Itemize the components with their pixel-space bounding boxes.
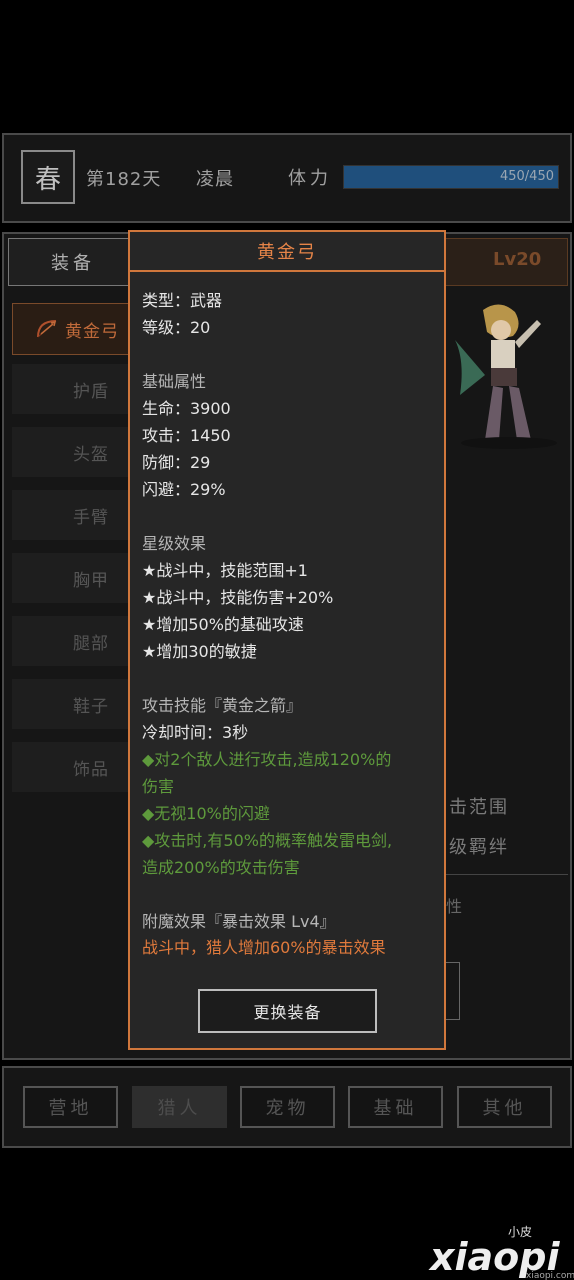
star-effect: ★战斗中，技能范围+1 — [142, 561, 308, 580]
item-type: 类型：武器 — [142, 291, 223, 310]
star-effect: ★增加50%的基础攻速 — [142, 615, 304, 634]
skill-header: 攻击技能『黄金之箭』 — [142, 696, 303, 715]
slot-helmet[interactable]: 头盔 — [12, 427, 130, 477]
hero-level: Lv20 — [493, 249, 542, 270]
stamina-value: 450/450 — [499, 169, 554, 184]
attribute-label: 性 — [446, 897, 463, 916]
hunter-character-image — [455, 304, 557, 449]
bow-icon — [37, 320, 57, 338]
skill-effect: 造成200%的攻击伤害 — [142, 858, 300, 877]
slot-chest[interactable]: 胸甲 — [12, 553, 130, 603]
enchant-header: 附魔效果『暴击效果 Lv4』 — [142, 912, 336, 931]
stat-hp: 生命：3900 — [142, 399, 231, 418]
skill-range-label: 击范围 — [449, 797, 509, 818]
slot-legs[interactable]: 腿部 — [12, 616, 130, 666]
skill-effect: ◆对2个敌人进行攻击,造成120%的 — [142, 750, 392, 769]
nav-basic[interactable]: 基础 — [348, 1086, 443, 1128]
bond-label: 级羁绊 — [449, 837, 509, 858]
star-effects-header: 星级效果 — [142, 534, 207, 553]
slot-shield[interactable]: 护盾 — [12, 364, 130, 414]
change-equipment-button[interactable]: 更换装备 — [198, 989, 377, 1033]
slot-shoes[interactable]: 鞋子 — [12, 679, 130, 729]
nav-other[interactable]: 其他 — [457, 1086, 552, 1128]
slot-arms[interactable]: 手臂 — [12, 490, 130, 540]
slot-label: 黄金弓 — [65, 321, 119, 342]
stamina-label: 体力 — [288, 168, 332, 189]
skill-cooldown: 冷却时间：3秒 — [142, 723, 249, 742]
stat-defense: 防御：29 — [142, 453, 211, 472]
base-stats-header: 基础属性 — [142, 372, 207, 391]
divider — [446, 874, 568, 875]
skill-effect: ◆攻击时,有50%的概率触发雷电剑, — [142, 831, 393, 850]
time-of-day: 凌晨 — [196, 169, 234, 190]
season-badge: 春 — [21, 150, 75, 204]
nav-pet[interactable]: 宠物 — [240, 1086, 335, 1128]
nav-camp[interactable]: 营地 — [23, 1086, 118, 1128]
background-button[interactable] — [446, 962, 460, 1020]
star-effect: ★增加30的敏捷 — [142, 642, 257, 661]
watermark-url: xiaopi.com — [526, 1271, 574, 1280]
day-counter: 第182天 — [86, 169, 162, 190]
xiaopi-watermark-logo: 小皮 xiaopi xiaopi.com — [428, 1225, 574, 1280]
item-level: 等级：20 — [142, 318, 211, 337]
slot-accessory[interactable]: 饰品 — [12, 742, 130, 792]
stat-attack: 攻击：1450 — [142, 426, 231, 445]
skill-effect: ◆无视10%的闪避 — [142, 804, 270, 823]
stamina-bar: 450/450 — [343, 165, 559, 189]
stat-dodge: 闪避：29% — [142, 480, 226, 499]
star-effect: ★战斗中，技能伤害+20% — [142, 588, 334, 607]
slot-weapon[interactable]: 黄金弓 — [12, 303, 132, 355]
popup-title: 黄金弓 — [130, 232, 444, 272]
nav-hunter[interactable]: 猎人 — [132, 1086, 227, 1128]
enchant-description: 战斗中，猎人增加60%的暴击效果 — [142, 938, 386, 957]
skill-effect: 伤害 — [142, 777, 175, 796]
